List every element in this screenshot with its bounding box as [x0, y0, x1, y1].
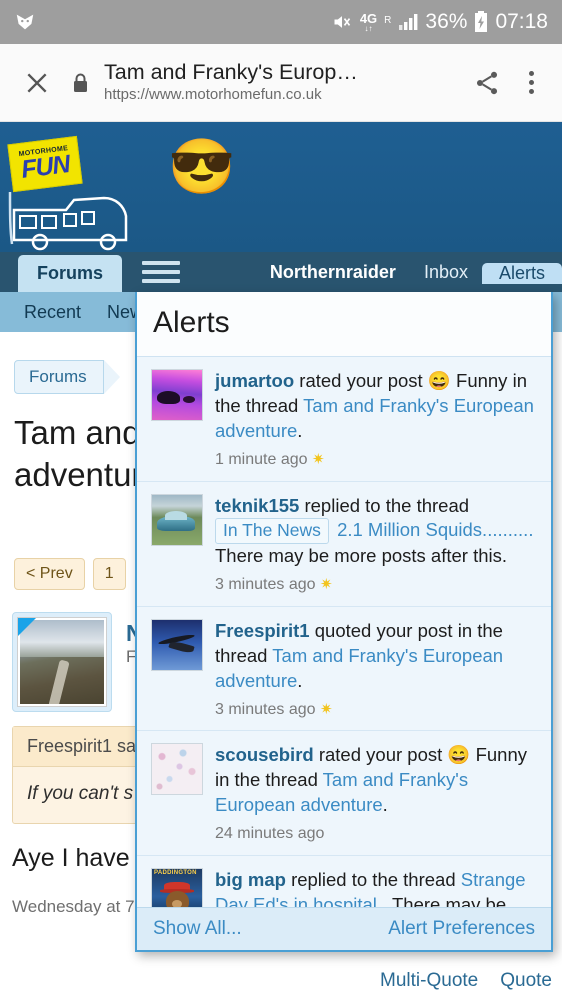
- alert-timestamp: 1 minute ago: [215, 450, 308, 468]
- avatar[interactable]: PADDINGTON: [151, 867, 203, 907]
- unread-star-icon: ✷: [311, 450, 325, 468]
- show-all-link[interactable]: Show All...: [153, 918, 242, 940]
- network-type-label: 4G: [359, 10, 378, 26]
- list-item[interactable]: scousebird rated your post 😄 Funny in th…: [137, 731, 551, 856]
- forum-navbar: Forums Northernraider Inbox Alerts: [0, 252, 562, 292]
- alert-username[interactable]: jumartoo: [215, 370, 294, 391]
- avatar[interactable]: [151, 493, 203, 546]
- battery-charging-icon: [474, 11, 488, 33]
- network-4g-icon: 4G ↓↑: [359, 10, 378, 33]
- tab-alerts[interactable]: Alerts: [481, 263, 562, 284]
- alert-text: teknik155 replied to the thread In The N…: [215, 494, 537, 596]
- alert-action: rated your post: [299, 370, 423, 391]
- alert-action: replied to the thread: [304, 494, 470, 516]
- pagination-page-1[interactable]: 1: [92, 558, 126, 590]
- alert-timestamp-row: 24 minutes ago: [215, 823, 537, 845]
- alert-username[interactable]: scousebird: [215, 744, 314, 765]
- unread-star-icon: ✷: [319, 576, 333, 594]
- browser-toolbar: Tam and Franky's Europ… https://www.moto…: [0, 44, 562, 122]
- alerts-dropdown-panel: Alerts jumartoo rated your post 😄 Funny …: [135, 292, 553, 952]
- breadcrumb[interactable]: Forums: [14, 360, 120, 394]
- unread-star-icon: ✷: [319, 700, 333, 718]
- app-notification-icon: [14, 11, 36, 33]
- overflow-menu-icon[interactable]: [514, 71, 548, 94]
- clock-label: 07:18: [495, 10, 548, 33]
- alert-action: rated your post: [318, 744, 443, 766]
- lock-icon: [60, 72, 100, 94]
- post-actions: Multi-Quote Quote: [380, 970, 552, 992]
- alert-timestamp: 24 minutes ago: [215, 825, 325, 843]
- logo-main-text: FUN: [19, 150, 72, 184]
- list-item[interactable]: jumartoo rated your post 😄 Funny in the …: [137, 357, 551, 482]
- alert-suffix: .: [297, 669, 303, 691]
- breadcrumb-chevron-icon: [103, 360, 120, 394]
- tab-forums[interactable]: Forums: [18, 255, 122, 292]
- alerts-panel-header: Alerts: [137, 292, 551, 357]
- motorhome-illustration: [8, 191, 128, 251]
- quote-button[interactable]: Quote: [500, 970, 552, 992]
- post-avatar[interactable]: [12, 612, 112, 712]
- page-title-area[interactable]: Tam and Franky's Europ… https://www.moto…: [100, 60, 460, 104]
- roaming-icon: R: [384, 15, 392, 26]
- alert-username[interactable]: Freespirit1: [215, 620, 310, 641]
- list-item[interactable]: PADDINGTON big map replied to the thread…: [137, 856, 551, 907]
- alert-rating: Funny: [475, 744, 527, 766]
- thread-prefix-badge[interactable]: In The News: [215, 518, 329, 545]
- online-indicator-icon: [18, 618, 36, 636]
- alert-timestamp: 3 minutes ago: [215, 700, 316, 718]
- nav-username[interactable]: Northernraider: [256, 262, 410, 283]
- browser-page-title: Tam and Franky's Europ…: [104, 60, 358, 85]
- alerts-list: jumartoo rated your post 😄 Funny in the …: [137, 357, 551, 907]
- close-button[interactable]: [14, 70, 60, 96]
- avatar[interactable]: [151, 743, 203, 796]
- alert-suffix: .: [297, 419, 303, 441]
- subnav-item-recent[interactable]: Recent: [24, 302, 81, 323]
- share-icon[interactable]: [460, 69, 514, 97]
- mute-icon: [331, 12, 353, 32]
- phone-screen: 4G ↓↑ R 36% 07:18 Tam and Franky's Europ…: [0, 0, 562, 1000]
- alert-text: scousebird rated your post 😄 Funny in th…: [215, 743, 537, 845]
- cool-smiley-emoji: 😎: [168, 137, 236, 197]
- multi-quote-button[interactable]: Multi-Quote: [380, 970, 478, 992]
- alert-extra: There may be more posts after this.: [215, 545, 508, 567]
- alert-preferences-link[interactable]: Alert Preferences: [388, 918, 535, 940]
- alert-rating: Funny: [456, 370, 508, 391]
- signal-bars-icon: [398, 13, 418, 31]
- rating-emoji-icon: 😄: [427, 370, 451, 391]
- list-item[interactable]: teknik155 replied to the thread In The N…: [137, 482, 551, 607]
- alerts-heading: Alerts: [153, 306, 230, 339]
- battery-percent-label: 36%: [425, 10, 468, 33]
- url-text: https://www.motorhomefun.co.uk: [104, 85, 322, 103]
- nav-inbox[interactable]: Inbox: [410, 262, 482, 283]
- hamburger-menu-icon[interactable]: [122, 252, 200, 292]
- alert-timestamp-row: 1 minute ago ✷: [215, 449, 537, 471]
- android-status-bar: 4G ↓↑ R 36% 07:18: [0, 0, 562, 44]
- alert-thread-link[interactable]: 2.1 Million Squids..........: [337, 519, 533, 540]
- avatar[interactable]: [151, 618, 203, 671]
- alert-text: jumartoo rated your post 😄 Funny in the …: [215, 369, 537, 471]
- alert-action-mid: in the thread: [215, 769, 318, 791]
- alert-text: big map replied to the thread Strange Da…: [215, 868, 537, 907]
- alert-timestamp-row: 3 minutes ago ✷: [215, 699, 537, 721]
- avatar[interactable]: [151, 369, 203, 421]
- site-banner: MOTORHOME FUN 😎: [0, 122, 562, 252]
- alert-action: replied to the thread: [291, 868, 456, 890]
- breadcrumb-forums[interactable]: Forums: [14, 360, 104, 394]
- alert-timestamp-row: 3 minutes ago ✷: [215, 574, 537, 596]
- alert-username[interactable]: teknik155: [215, 495, 299, 516]
- pagination-prev[interactable]: < Prev: [14, 558, 85, 590]
- alerts-panel-footer: Show All... Alert Preferences: [137, 907, 551, 950]
- alert-timestamp: 3 minutes ago: [215, 576, 316, 594]
- rating-emoji-icon: 😄: [447, 744, 471, 766]
- alert-suffix: .: [382, 794, 388, 816]
- browser-url: https://www.motorhomefun.co.uk: [104, 86, 460, 105]
- alert-username[interactable]: big map: [215, 869, 286, 890]
- list-item[interactable]: Freespirit1 quoted your post in the thre…: [137, 607, 551, 732]
- alert-text: Freespirit1 quoted your post in the thre…: [215, 619, 537, 721]
